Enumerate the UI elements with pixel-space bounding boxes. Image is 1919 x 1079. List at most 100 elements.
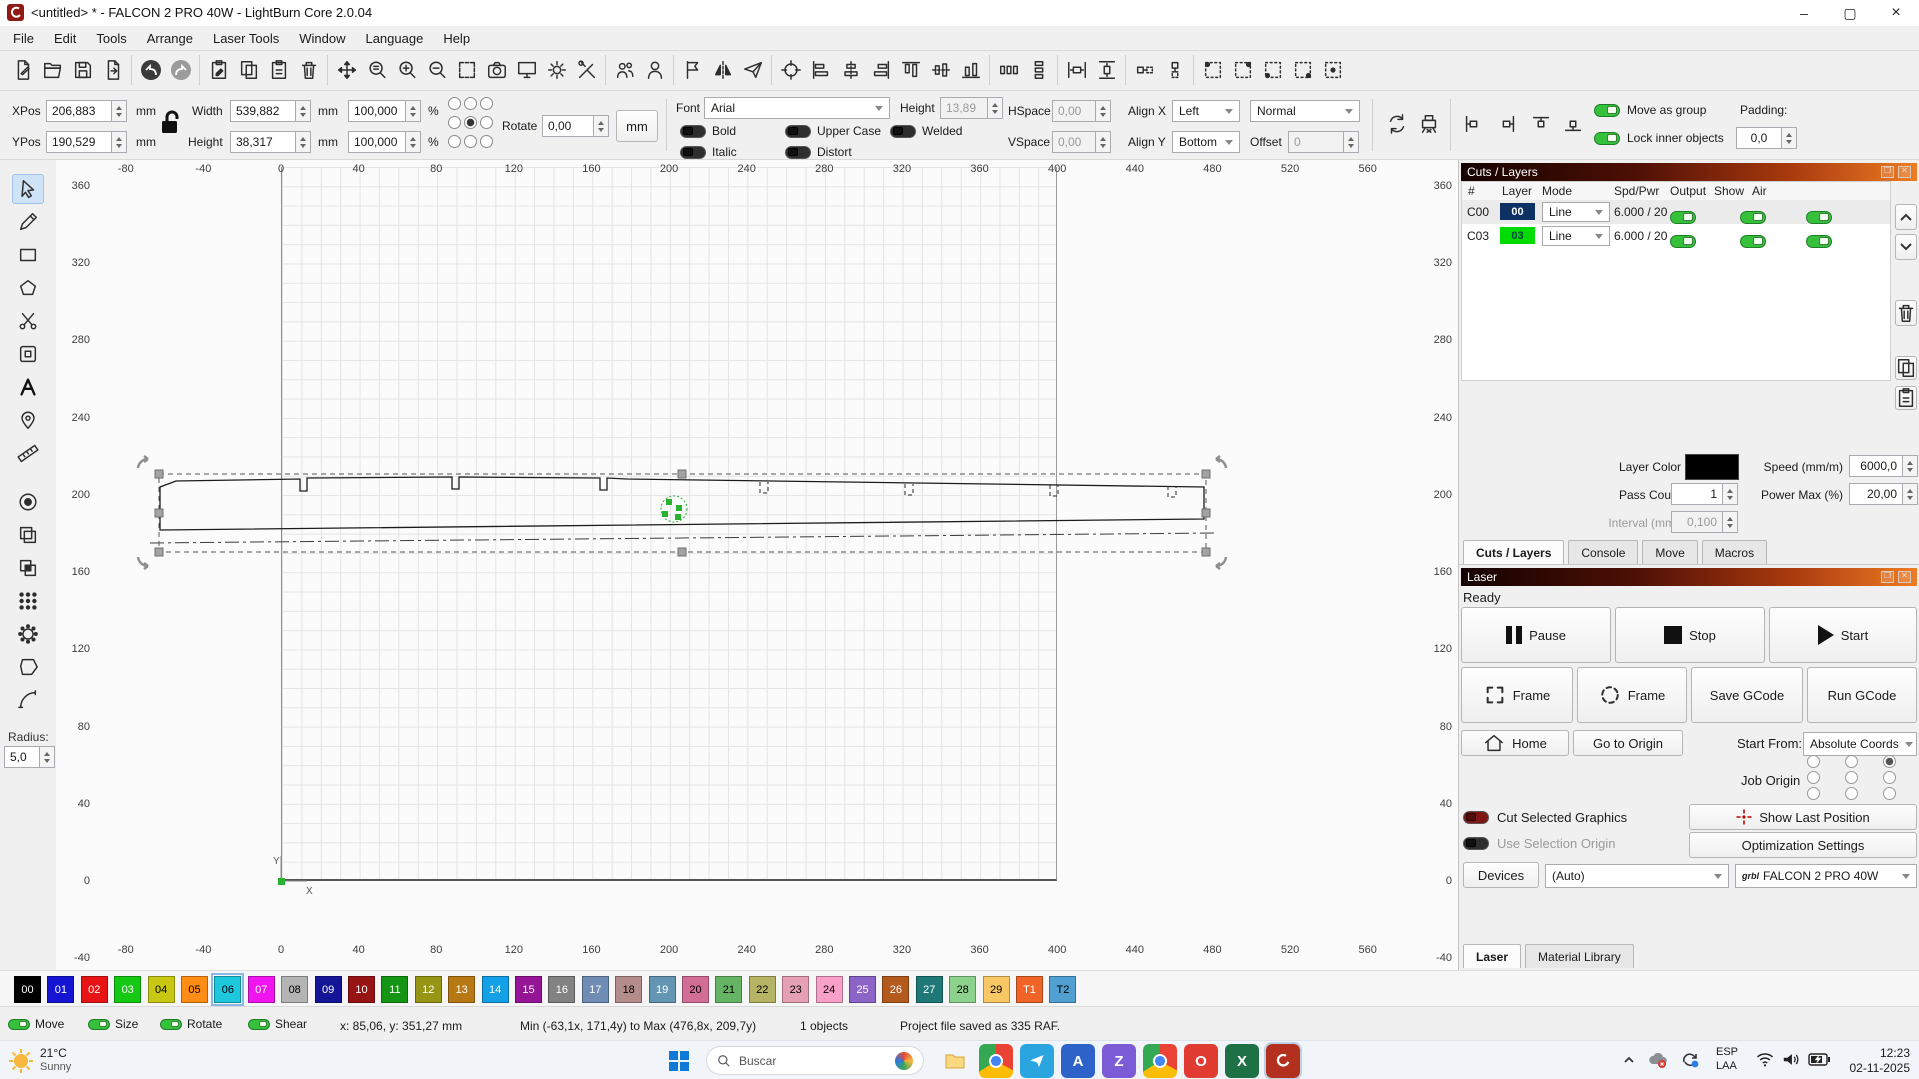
offset-field[interactable]: 0 xyxy=(1288,131,1359,153)
battery-icon[interactable] xyxy=(1808,1053,1830,1066)
camera-icon[interactable] xyxy=(482,56,511,85)
volume-icon[interactable] xyxy=(1782,1052,1800,1067)
cut-shapes-tool[interactable] xyxy=(12,306,44,336)
anchor-point-0-2[interactable] xyxy=(480,97,493,110)
tab-cuts-layers[interactable]: Cuts / Layers xyxy=(1463,540,1564,564)
offset-spinner[interactable] xyxy=(1344,131,1359,153)
palette-color-19[interactable]: 19 xyxy=(649,976,676,1003)
start-button[interactable] xyxy=(668,1050,690,1072)
speed-field[interactable]: 6000,0 xyxy=(1849,455,1918,477)
rotate-field[interactable]: 0,00 xyxy=(542,115,609,137)
palette-color-17[interactable]: 17 xyxy=(582,976,609,1003)
power-max-field[interactable]: 20,00 xyxy=(1849,483,1918,505)
rectangle-tool[interactable] xyxy=(12,240,44,270)
job-origin-2-1[interactable] xyxy=(1845,787,1858,800)
taskbar-app-chrome[interactable] xyxy=(979,1044,1013,1078)
clock-date[interactable]: 02-11-2025 xyxy=(1838,1061,1910,1075)
anchor-point-2-0[interactable] xyxy=(448,135,461,148)
width-field[interactable]: 539,882 xyxy=(230,100,311,122)
speed-spinner[interactable] xyxy=(1903,455,1918,477)
job-origin-2-2[interactable] xyxy=(1883,787,1896,800)
copy-icon[interactable] xyxy=(234,56,263,85)
optimization-settings-button[interactable]: Optimization Settings xyxy=(1689,832,1917,858)
settings-gear-icon[interactable] xyxy=(542,56,571,85)
taskbar-app-word[interactable]: A xyxy=(1061,1044,1095,1078)
taskbar-app-app-purple[interactable]: Z xyxy=(1102,1044,1136,1078)
lock-inner-objects-toggle[interactable]: Lock inner objects xyxy=(1594,131,1724,145)
palette-color-26[interactable]: 26 xyxy=(882,976,909,1003)
job-origin-0-2[interactable] xyxy=(1883,755,1896,768)
copy-layer-settings-button[interactable] xyxy=(1895,356,1917,380)
height-spinner[interactable] xyxy=(296,131,311,153)
interval-spinner[interactable] xyxy=(1723,511,1738,533)
push-left-icon[interactable] xyxy=(1458,109,1487,138)
move-laser-tl-icon[interactable] xyxy=(1198,56,1227,85)
job-origin-0-1[interactable] xyxy=(1845,755,1858,768)
palette-color-22[interactable]: 22 xyxy=(749,976,776,1003)
layer-color-swatch[interactable] xyxy=(1685,454,1739,480)
palette-color-T2[interactable]: T2 xyxy=(1049,976,1076,1003)
layer-mode-dropdown[interactable]: Line xyxy=(1542,226,1610,246)
float-panel-icon[interactable]: ❐ xyxy=(1881,166,1894,178)
anchor-point-2-2[interactable] xyxy=(480,135,493,148)
menu-language[interactable]: Language xyxy=(356,28,432,49)
palette-color-29[interactable]: 29 xyxy=(983,976,1010,1003)
radius-spinner[interactable] xyxy=(40,746,55,768)
palette-color-02[interactable]: 02 xyxy=(81,976,108,1003)
device-tools-icon[interactable] xyxy=(572,56,601,85)
polygon-tool[interactable] xyxy=(12,273,44,303)
font-height-field[interactable]: 13,89 xyxy=(940,97,1003,119)
save-gcode-button[interactable]: Save GCode xyxy=(1691,667,1803,723)
show-toggle[interactable] xyxy=(1740,235,1766,248)
radius-field[interactable]: 5,0 xyxy=(4,746,55,768)
palette-color-09[interactable]: 09 xyxy=(315,976,342,1003)
palette-color-13[interactable]: 13 xyxy=(448,976,475,1003)
taskbar-app-telegram[interactable] xyxy=(1020,1044,1054,1078)
text-tool-tool[interactable] xyxy=(12,372,44,402)
width-percent-field[interactable]: 100,000 xyxy=(348,100,421,122)
align-middle-icon[interactable] xyxy=(926,56,955,85)
user-profile-icon[interactable] xyxy=(640,56,669,85)
devices-button[interactable]: Devices xyxy=(1463,862,1539,888)
xpos-spinner[interactable] xyxy=(112,100,127,122)
palette-color-21[interactable]: 21 xyxy=(715,976,742,1003)
laser-panel-title[interactable]: Laser ❐✕ xyxy=(1461,568,1917,586)
tab-move[interactable]: Move xyxy=(1642,540,1697,564)
job-origin-1-2[interactable] xyxy=(1883,771,1896,784)
layer-row[interactable]: C00 00 Line 6.000 / 20 xyxy=(1462,200,1890,224)
palette-color-27[interactable]: 27 xyxy=(916,976,943,1003)
layer-color-chip[interactable]: 03 xyxy=(1500,227,1535,244)
space-v-icon[interactable] xyxy=(1092,56,1121,85)
user-group-icon[interactable] xyxy=(610,56,639,85)
taskbar-app-file-explorer[interactable] xyxy=(938,1044,972,1078)
palette-color-05[interactable]: 05 xyxy=(181,976,208,1003)
uppercase-toggle[interactable]: Upper Case xyxy=(785,124,881,138)
use-selection-origin-toggle[interactable]: Use Selection Origin xyxy=(1463,836,1616,851)
layer-row[interactable]: C03 03 Line 6.000 / 20 xyxy=(1462,224,1890,248)
gear-tool-tool[interactable] xyxy=(12,619,44,649)
stack-bottom-icon[interactable] xyxy=(1558,109,1587,138)
circle-tool-tool[interactable] xyxy=(12,487,44,517)
zoom-to-page-icon[interactable] xyxy=(362,56,391,85)
size-toggle[interactable]: Size xyxy=(88,1017,138,1031)
aligny-dropdown[interactable]: Bottom xyxy=(1172,131,1240,153)
palette-color-07[interactable]: 07 xyxy=(248,976,275,1003)
job-origin-1-1[interactable] xyxy=(1845,771,1858,784)
arc-tool-tool[interactable] xyxy=(12,685,44,715)
align-bottom-icon[interactable] xyxy=(956,56,985,85)
anchor-point-1-0[interactable] xyxy=(448,116,461,129)
pass-count-field[interactable]: 1 xyxy=(1671,483,1738,505)
variable-text-refresh-icon[interactable] xyxy=(1382,109,1411,138)
measure-tool[interactable] xyxy=(12,438,44,468)
tab-laser[interactable]: Laser xyxy=(1463,944,1521,968)
bold-toggle[interactable]: Bold xyxy=(680,124,736,138)
start-button[interactable]: Start xyxy=(1769,607,1917,663)
keyboard-lang-line1[interactable]: ESP xyxy=(1716,1046,1738,1058)
font-dropdown[interactable]: Arial xyxy=(704,97,890,119)
padding-field[interactable]: 0,0 xyxy=(1736,127,1797,149)
cuts-layers-panel-title[interactable]: Cuts / Layers ❐✕ xyxy=(1461,163,1917,181)
boolean-shapes-tool[interactable] xyxy=(12,553,44,583)
palette-color-04[interactable]: 04 xyxy=(148,976,175,1003)
float-panel-icon[interactable]: ❐ xyxy=(1881,571,1894,583)
weather-desc[interactable]: Sunny xyxy=(40,1061,71,1073)
